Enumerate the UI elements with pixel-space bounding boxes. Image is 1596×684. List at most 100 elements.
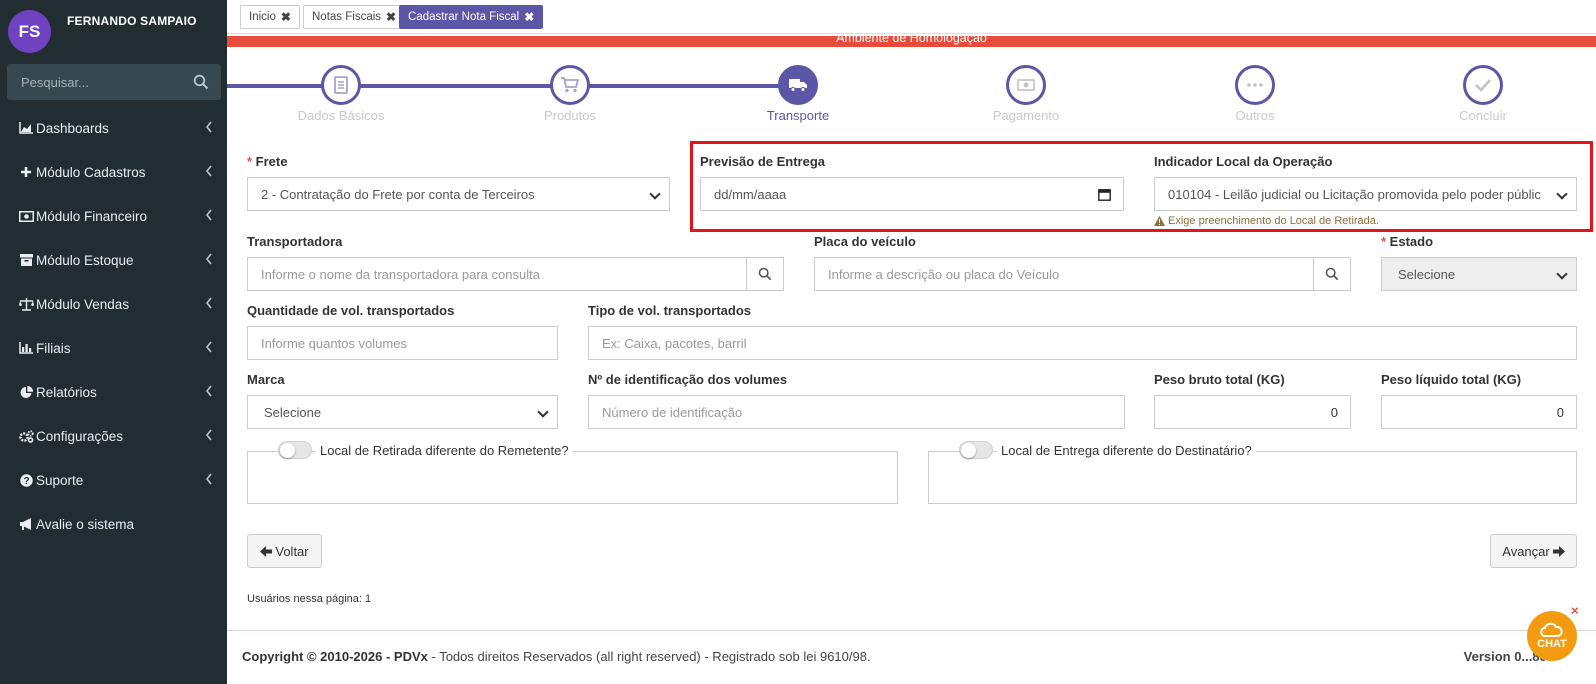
estado-label: * Estado xyxy=(1381,234,1433,249)
marca-select[interactable]: Selecione xyxy=(247,395,558,429)
step-label-transporte: Transporte xyxy=(766,108,830,123)
step-label-concluir: Concluir xyxy=(1459,108,1507,123)
sidebar-item-label: Suporte xyxy=(36,472,84,488)
retirada-toggle[interactable] xyxy=(278,441,312,459)
step-produtos[interactable] xyxy=(550,65,590,105)
sidebar-item-suporte[interactable]: ? Suporte xyxy=(0,458,227,502)
step-dados-basicos[interactable] xyxy=(321,65,361,105)
frete-select[interactable]: 2 - Contratação do Frete por conta de Te… xyxy=(247,177,670,211)
transportadora-input[interactable]: Informe o nome da transportadora para co… xyxy=(247,257,747,291)
svg-text:?: ? xyxy=(23,476,29,487)
tipo-placeholder: Ex: Caixa, pacotes, barril xyxy=(602,335,747,351)
chevron-left-icon xyxy=(205,341,212,353)
peso-bruto-input[interactable]: 0 xyxy=(1154,395,1351,429)
bar-chart-icon xyxy=(17,342,35,354)
users-on-page: Usuários nessa página: 1 xyxy=(247,593,372,605)
search-icon xyxy=(1325,267,1339,281)
warning-text: Exige preenchimento do Local de Retirada… xyxy=(1168,215,1379,227)
search-icon[interactable] xyxy=(193,74,209,90)
avatar[interactable]: FS xyxy=(8,10,51,53)
cogs-icon xyxy=(17,429,35,443)
sidebar-search xyxy=(7,64,221,100)
sidebar-item-vendas[interactable]: Módulo Vendas xyxy=(0,282,227,326)
copyright-bold: Copyright © 2010-2026 - PDVx xyxy=(242,649,428,664)
close-icon[interactable]: ✖ xyxy=(524,10,534,24)
indicador-value: 010104 - Leilão judicial ou Licitação pr… xyxy=(1168,186,1541,202)
peso-bruto-label: Peso bruto total (KG) xyxy=(1154,372,1285,387)
chat-label: CHAT xyxy=(1537,638,1567,650)
frete-label-text: Frete xyxy=(255,154,288,169)
pie-chart-icon xyxy=(17,385,35,399)
estado-select[interactable]: Selecione xyxy=(1381,257,1577,291)
chat-button[interactable]: CHAT xyxy=(1527,611,1577,661)
sidebar-item-filiais[interactable]: Filiais xyxy=(0,326,227,370)
step-pagamento[interactable] xyxy=(1006,65,1046,105)
sidebar-menu: Dashboards Módulo Cadastros Módulo Finan… xyxy=(0,106,227,546)
sidebar-item-relatorios[interactable]: Relatórios xyxy=(0,370,227,414)
placa-search-button[interactable] xyxy=(1313,257,1351,291)
quantidade-input[interactable]: Informe quantos volumes xyxy=(247,326,558,360)
tipo-input[interactable]: Ex: Caixa, pacotes, barril xyxy=(588,326,1577,360)
sidebar-item-dashboards[interactable]: Dashboards xyxy=(0,106,227,150)
placa-input[interactable]: Informe a descrição ou placa do Veículo xyxy=(814,257,1314,291)
arrow-right-icon xyxy=(1552,545,1565,557)
sidebar-item-cadastros[interactable]: Módulo Cadastros xyxy=(0,150,227,194)
identificacao-input[interactable]: Número de identificação xyxy=(588,395,1125,429)
tab-notas-fiscais[interactable]: Notas Fiscais ✖ xyxy=(303,5,406,29)
step-transporte[interactable] xyxy=(778,65,818,105)
sidebar-item-label: Configurações xyxy=(36,428,124,444)
sidebar-item-label: Módulo Cadastros xyxy=(36,164,146,180)
tab-inicio[interactable]: Inicio ✖ xyxy=(240,5,300,29)
chat-close-icon[interactable]: × xyxy=(1571,603,1579,618)
step-outros[interactable] xyxy=(1235,65,1275,105)
peso-liquido-input[interactable]: 0 xyxy=(1381,395,1577,429)
chevron-left-icon xyxy=(205,121,212,133)
check-icon xyxy=(1475,79,1491,92)
placa-label: Placa do veículo xyxy=(814,234,916,249)
chevron-left-icon xyxy=(205,253,212,265)
close-icon[interactable]: ✖ xyxy=(281,10,291,24)
chevron-left-icon xyxy=(205,429,212,441)
avancar-button[interactable]: Avançar xyxy=(1490,534,1577,568)
tab-cadastrar-nota-fiscal[interactable]: Cadastrar Nota Fiscal ✖ xyxy=(399,5,544,29)
step-label-outros: Outros xyxy=(1235,108,1275,123)
step-label-produtos: Produtos xyxy=(543,108,597,123)
area-chart-icon xyxy=(17,122,35,134)
required-marker: * xyxy=(1381,234,1390,249)
search-input[interactable] xyxy=(7,64,221,100)
user-name: FERNANDO SAMPAIO xyxy=(67,14,197,28)
sidebar-item-financeiro[interactable]: Módulo Financeiro xyxy=(0,194,227,238)
arrow-left-icon xyxy=(260,545,273,557)
chevron-left-icon xyxy=(205,385,212,397)
transportadora-search-button[interactable] xyxy=(746,257,784,291)
voltar-button[interactable]: Voltar xyxy=(247,534,322,568)
indicador-select[interactable]: 010104 - Leilão judicial ou Licitação pr… xyxy=(1154,177,1577,211)
sidebar-item-label: Avalie o sistema xyxy=(36,516,135,532)
ellipsis-icon xyxy=(1247,83,1263,87)
transportadora-label: Transportadora xyxy=(247,234,343,249)
marca-value: Selecione xyxy=(264,404,322,420)
tab-label: Notas Fiscais xyxy=(312,11,382,23)
chevron-left-icon xyxy=(205,297,212,309)
transportadora-placeholder: Informe o nome da transportadora para co… xyxy=(261,266,540,282)
footer: Copyright © 2010-2026 - PDVx - Todos dir… xyxy=(227,630,1596,684)
retirada-box xyxy=(247,451,898,504)
chat-bubble-icon xyxy=(1540,622,1563,637)
sidebar: FS FERNANDO SAMPAIO Dashboards Módulo Ca… xyxy=(0,0,227,684)
step-concluir[interactable] xyxy=(1463,65,1503,105)
close-icon[interactable]: ✖ xyxy=(386,10,396,24)
sidebar-item-label: Relatórios xyxy=(36,384,97,400)
calendar-icon[interactable] xyxy=(1098,188,1111,201)
frete-value: 2 - Contratação do Frete por conta de Te… xyxy=(261,186,535,202)
bullhorn-icon xyxy=(17,518,35,530)
sidebar-item-configuracoes[interactable]: Configurações xyxy=(0,414,227,458)
sidebar-item-avalie[interactable]: Avalie o sistema xyxy=(0,502,227,546)
sidebar-item-estoque[interactable]: Módulo Estoque xyxy=(0,238,227,282)
truck-icon xyxy=(789,79,807,92)
previsao-date-input[interactable]: dd/mm/aaaa xyxy=(700,177,1124,211)
voltar-label: Voltar xyxy=(275,543,309,559)
entrega-toggle[interactable] xyxy=(959,441,993,459)
file-icon xyxy=(334,76,348,94)
tab-label: Inicio xyxy=(249,11,276,23)
chevron-left-icon xyxy=(205,165,212,177)
